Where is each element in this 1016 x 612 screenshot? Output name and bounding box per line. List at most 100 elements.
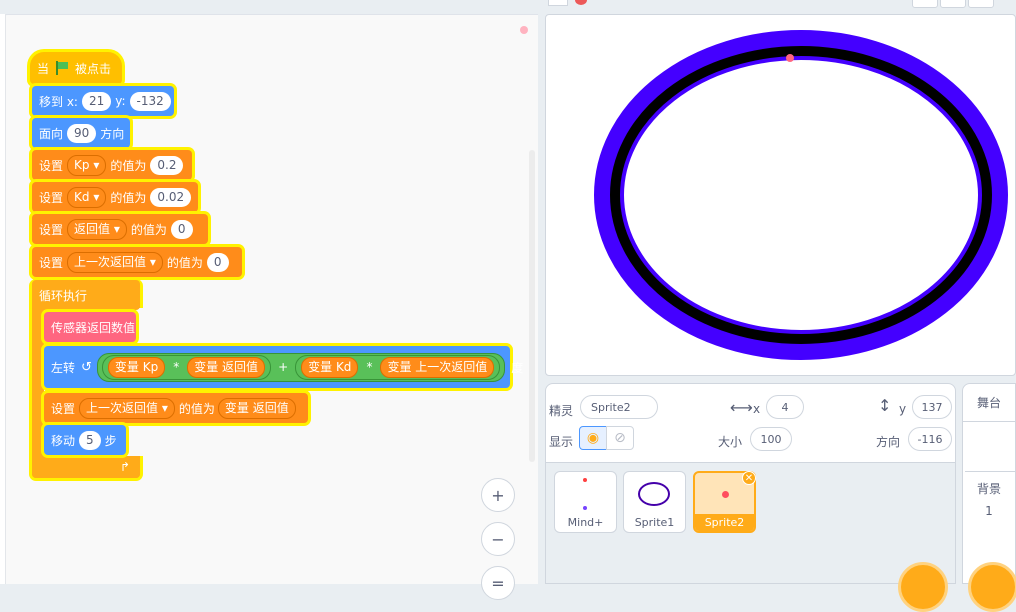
x-label: x [753,402,761,416]
set-to-label: 的值为 [166,255,203,270]
sprite-preview [583,506,587,510]
set-kp-value[interactable]: 0.2 [150,155,184,175]
set-label: 设置 [39,158,64,173]
add-sprite-button[interactable] [898,562,948,612]
size-label: 大小 [718,435,743,449]
turn-suffix: 度 [511,360,524,375]
add-operator-block[interactable]: 变量 Kp * 变量 返回值 + 变量 Kd * 变量 上一次返回值 [96,352,506,382]
stage-canvas[interactable] [545,14,1016,376]
point-label: 面向 [39,126,64,141]
set-to-label: 的值为 [130,222,167,237]
y-input[interactable]: 137 [912,395,952,419]
green-flag-button[interactable] [548,0,568,6]
goto-xy-block[interactable]: 移到 x: 21 y: -132 [32,86,174,116]
set-kd-block[interactable]: 设置 Kd ▾ 的值为 0.02 [32,182,198,212]
set-last-return-value[interactable]: 0 [206,252,229,272]
sprite-thumb-label: Sprite2 [695,514,754,531]
size-input[interactable]: 100 [750,427,792,451]
var-reporter-return[interactable]: 变量 返回值 [187,356,266,378]
set-last-return-loop-block[interactable]: 设置 上一次返回值 ▾ 的值为 变量 返回值 [44,393,308,423]
move-steps-input[interactable]: 5 [79,430,101,450]
large-stage-button[interactable] [940,0,966,8]
show-button[interactable]: ◉ [579,426,607,450]
move-steps-block[interactable]: 移动 5 步 [44,425,126,455]
var-reporter-return[interactable]: 变量 返回值 [217,397,296,419]
set-return-block[interactable]: 设置 返回值 ▾ 的值为 0 [32,214,208,244]
eye-slash-icon: ⊘ [614,430,626,446]
direction-input[interactable]: -116 [908,427,952,451]
sprite-thumb-sprite1[interactable]: Sprite1 [623,471,686,533]
stage-thumbnail[interactable] [965,424,1015,472]
direction-label: 方向 [876,435,901,449]
sprite-thumb-label: Sprite1 [634,516,675,529]
sprite-preview [722,491,729,498]
var-dropdown-last-return[interactable]: 上一次返回值 ▾ [67,251,163,273]
top-toolbar [0,0,1016,12]
sprite-thumb-label: Mind+ [567,516,604,529]
add-backdrop-button[interactable] [968,562,1016,612]
delete-sprite-icon[interactable]: ✕ [742,471,756,485]
code-area-edge [0,14,6,584]
sprite-dot[interactable] [786,54,794,62]
when-flag-clicked-block[interactable]: 当 被点击 [30,52,122,84]
set-return-value[interactable]: 0 [170,219,193,239]
loop-arrow-icon: ↱ [120,460,131,474]
eye-icon: ◉ [586,430,600,446]
stage-panel-title: 舞台 [963,384,1015,422]
plus-symbol: + [278,360,289,374]
var-dropdown-kp[interactable]: Kp ▾ [67,154,107,176]
hide-button[interactable]: ⊘ [606,426,634,450]
sensor-value-block[interactable]: 传感器返回数值 [44,312,136,342]
point-value-input[interactable]: 90 [67,123,97,143]
zoom-in-icon: + [491,485,505,505]
goto-label: 移到 x: [39,94,78,109]
goto-y-label: y: [115,94,126,108]
track-inner-line [610,46,992,344]
var-name: Kp [74,157,90,172]
backdrop-count: 1 [985,504,993,518]
zoom-reset-button[interactable]: = [481,566,515,600]
set-kd-value[interactable]: 0.02 [150,187,192,207]
zoom-out-button[interactable]: − [481,522,515,556]
multiply-symbol: * [366,360,373,374]
small-stage-button[interactable] [912,0,938,8]
var-name: 上一次返回值 [74,254,147,269]
var-reporter-last-return[interactable]: 变量 上一次返回值 [380,356,495,378]
forever-label: 循环执行 [39,288,88,303]
var-reporter-kd[interactable]: 变量 Kd [301,356,359,378]
var-dropdown-last-return[interactable]: 上一次返回值 ▾ [79,397,175,419]
point-direction-block[interactable]: 面向 90 方向 [32,118,130,148]
multiply-operator-block[interactable]: 变量 Kd * 变量 上一次返回值 [295,354,501,380]
sprite-preview [583,478,587,482]
var-dropdown-return[interactable]: 返回值 ▾ [67,218,127,240]
code-scrollbar[interactable] [529,150,535,462]
multiply-operator-block[interactable]: 变量 Kp * 变量 返回值 [101,354,272,380]
hat-clicked-label: 被点击 [75,61,112,76]
var-dropdown-kd[interactable]: Kd ▾ [67,186,107,208]
y-label: y [899,402,907,416]
set-to-label: 的值为 [110,158,147,173]
zoom-in-button[interactable]: + [481,478,515,512]
set-last-return-block[interactable]: 设置 上一次返回值 ▾ 的值为 0 [32,247,242,277]
x-input[interactable]: 4 [766,395,804,419]
sprite-thumb-sprite2[interactable]: ✕ Sprite2 [693,471,756,533]
goto-y-input[interactable]: -132 [129,91,171,111]
set-label: 设置 [39,222,64,237]
show-label: 显示 [549,435,574,449]
fullscreen-button[interactable] [968,0,994,8]
set-label: 设置 [39,255,64,270]
goto-x-input[interactable]: 21 [81,91,112,111]
forever-header[interactable]: 循环执行 [32,280,140,310]
stage-drawing [594,30,1008,360]
var-reporter-kp[interactable]: 变量 Kp [107,356,166,378]
stage-panel[interactable]: 舞台 背景 1 [962,383,1016,584]
var-name: 上一次返回值 [86,400,159,415]
sprite-thumb-mind[interactable]: Mind+ [554,471,617,533]
ellipse-preview [638,482,670,506]
set-label: 设置 [39,190,64,205]
set-kp-block[interactable]: 设置 Kp ▾ 的值为 0.2 [32,150,192,180]
hat-when-label: 当 [37,61,50,76]
sprite-name-input[interactable]: Sprite2 [580,395,658,419]
backdrop-label: 背景 [976,482,1001,496]
turn-left-block[interactable]: 左转 ↺ 变量 Kp * 变量 返回值 + 变量 Kd * 变量 上一次返回值 … [44,346,523,388]
